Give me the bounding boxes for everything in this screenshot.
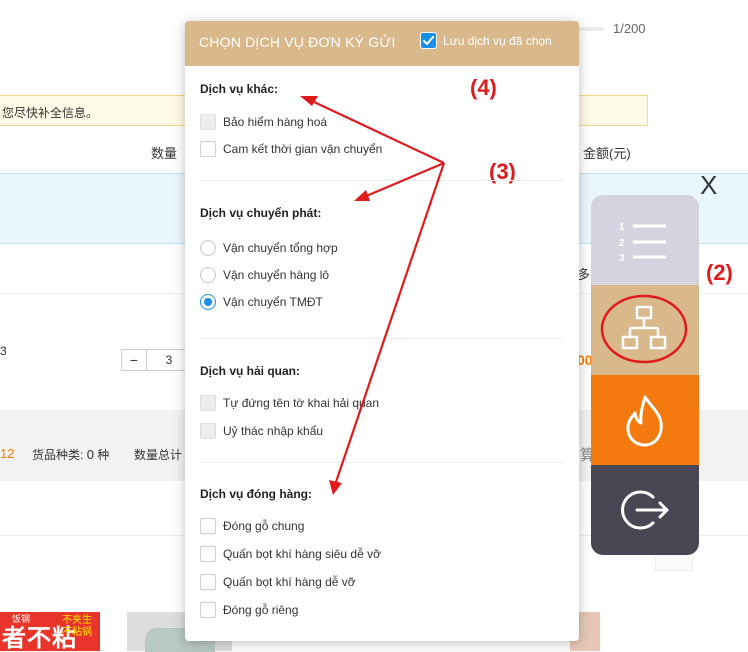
option-label: Quấn bọt khí hàng siêu dễ vỡ [223, 547, 381, 561]
general-shipping-radio[interactable] [200, 240, 216, 256]
notice-text: 您尽快补全信息。 [2, 106, 99, 120]
column-header-quantity: 数量 [151, 146, 178, 161]
section-divider [200, 462, 564, 463]
char-counter: 1/200 [613, 21, 646, 36]
column-header-amount: 金额(元) [583, 146, 631, 161]
check-icon [423, 36, 434, 45]
product-thumbnail[interactable]: 饭钢 者不粘 不夹生 不粘锅 [0, 612, 100, 651]
import-entrustment-checkbox[interactable] [200, 423, 216, 439]
close-icon[interactable]: X [700, 170, 717, 200]
bulk-shipping-radio[interactable] [200, 267, 216, 283]
side-toolbar: 1 2 3 [591, 195, 699, 555]
option-label: Đóng gỗ riêng [223, 603, 299, 617]
option-label: Vận chuyển hàng lô [223, 268, 330, 282]
insurance-checkbox[interactable] [200, 114, 216, 130]
logout-icon [621, 490, 669, 530]
summary-kinds-value: 0 [86, 447, 94, 462]
summary-kinds: 货品种类: 0 种 [32, 446, 109, 463]
highlight-circle [600, 294, 688, 364]
svg-text:1: 1 [619, 222, 625, 233]
section-divider [200, 180, 564, 181]
summary-kinds-unit: 种 [97, 448, 110, 462]
option-label: Quấn bọt khí hàng dễ vỡ [223, 575, 356, 589]
option-label: Uỷ thác nhập khẩu [223, 424, 324, 438]
summary-count: 12 [0, 446, 15, 461]
summary-total-label: 数量总计 [134, 448, 183, 462]
option-label: Bảo hiểm hàng hoá [223, 115, 328, 129]
ecommerce-shipping-radio[interactable] [200, 294, 216, 310]
section-title-other: Dịch vụ khác: [200, 82, 279, 96]
toolbar-hot-button[interactable] [591, 375, 699, 465]
annotation-label-3: (3) [489, 159, 516, 184]
toolbar-list-button[interactable]: 1 2 3 [591, 195, 699, 285]
self-declaration-checkbox[interactable] [200, 395, 216, 411]
save-services-label[interactable]: Lưu dịch vụ đã chọn [443, 34, 552, 48]
bubble-wrap-ultra-fragile-checkbox[interactable] [200, 546, 216, 562]
service-panel: CHỌN DỊCH VỤ ĐƠN KÝ GỬI Lưu dịch vụ đã c… [185, 21, 579, 641]
decrement-button[interactable]: − [122, 350, 147, 370]
shared-wood-crate-checkbox[interactable] [200, 518, 216, 534]
panel-header: CHỌN DỊCH VỤ ĐƠN KÝ GỬI Lưu dịch vụ đã c… [185, 21, 579, 66]
option-label: Tự đứng tên tờ khai hải quan [223, 396, 380, 410]
section-title-shipping: Dịch vụ chuyển phát: [200, 206, 322, 220]
save-services-checkbox[interactable] [420, 32, 437, 49]
option-label: Vận chuyển tổng hợp [223, 241, 338, 255]
thumb-small-text: 不夹生 不粘锅 [62, 615, 92, 638]
svg-text:3: 3 [619, 253, 625, 264]
summary-kinds-label: 货品种类: [32, 448, 84, 462]
ordered-list-icon: 1 2 3 [619, 222, 666, 264]
delivery-time-checkbox[interactable] [200, 141, 216, 157]
private-wood-crate-checkbox[interactable] [200, 602, 216, 618]
toolbar-exit-button[interactable] [591, 465, 699, 555]
option-label: Cam kết thời gian vận chuyển [223, 142, 383, 156]
section-divider [200, 338, 564, 339]
option-label: Vận chuyển TMĐT [223, 295, 323, 309]
bubble-wrap-fragile-checkbox[interactable] [200, 574, 216, 590]
flame-icon [626, 395, 663, 447]
annotation-label-4: (4) [470, 75, 497, 100]
section-title-packing: Dịch vụ đóng hàng: [200, 487, 312, 501]
option-label: Đóng gỗ chung [223, 519, 305, 533]
quantity-stepper[interactable]: − 3 [121, 349, 191, 371]
annotation-label-2: (2) [706, 260, 733, 285]
section-title-customs: Dịch vụ hải quan: [200, 364, 301, 378]
panel-title: CHỌN DỊCH VỤ ĐƠN KÝ GỬI [199, 34, 396, 50]
text-fragment-left: 3 [0, 344, 7, 358]
svg-text:2: 2 [619, 238, 625, 249]
toolbar-service-button[interactable] [591, 285, 699, 375]
